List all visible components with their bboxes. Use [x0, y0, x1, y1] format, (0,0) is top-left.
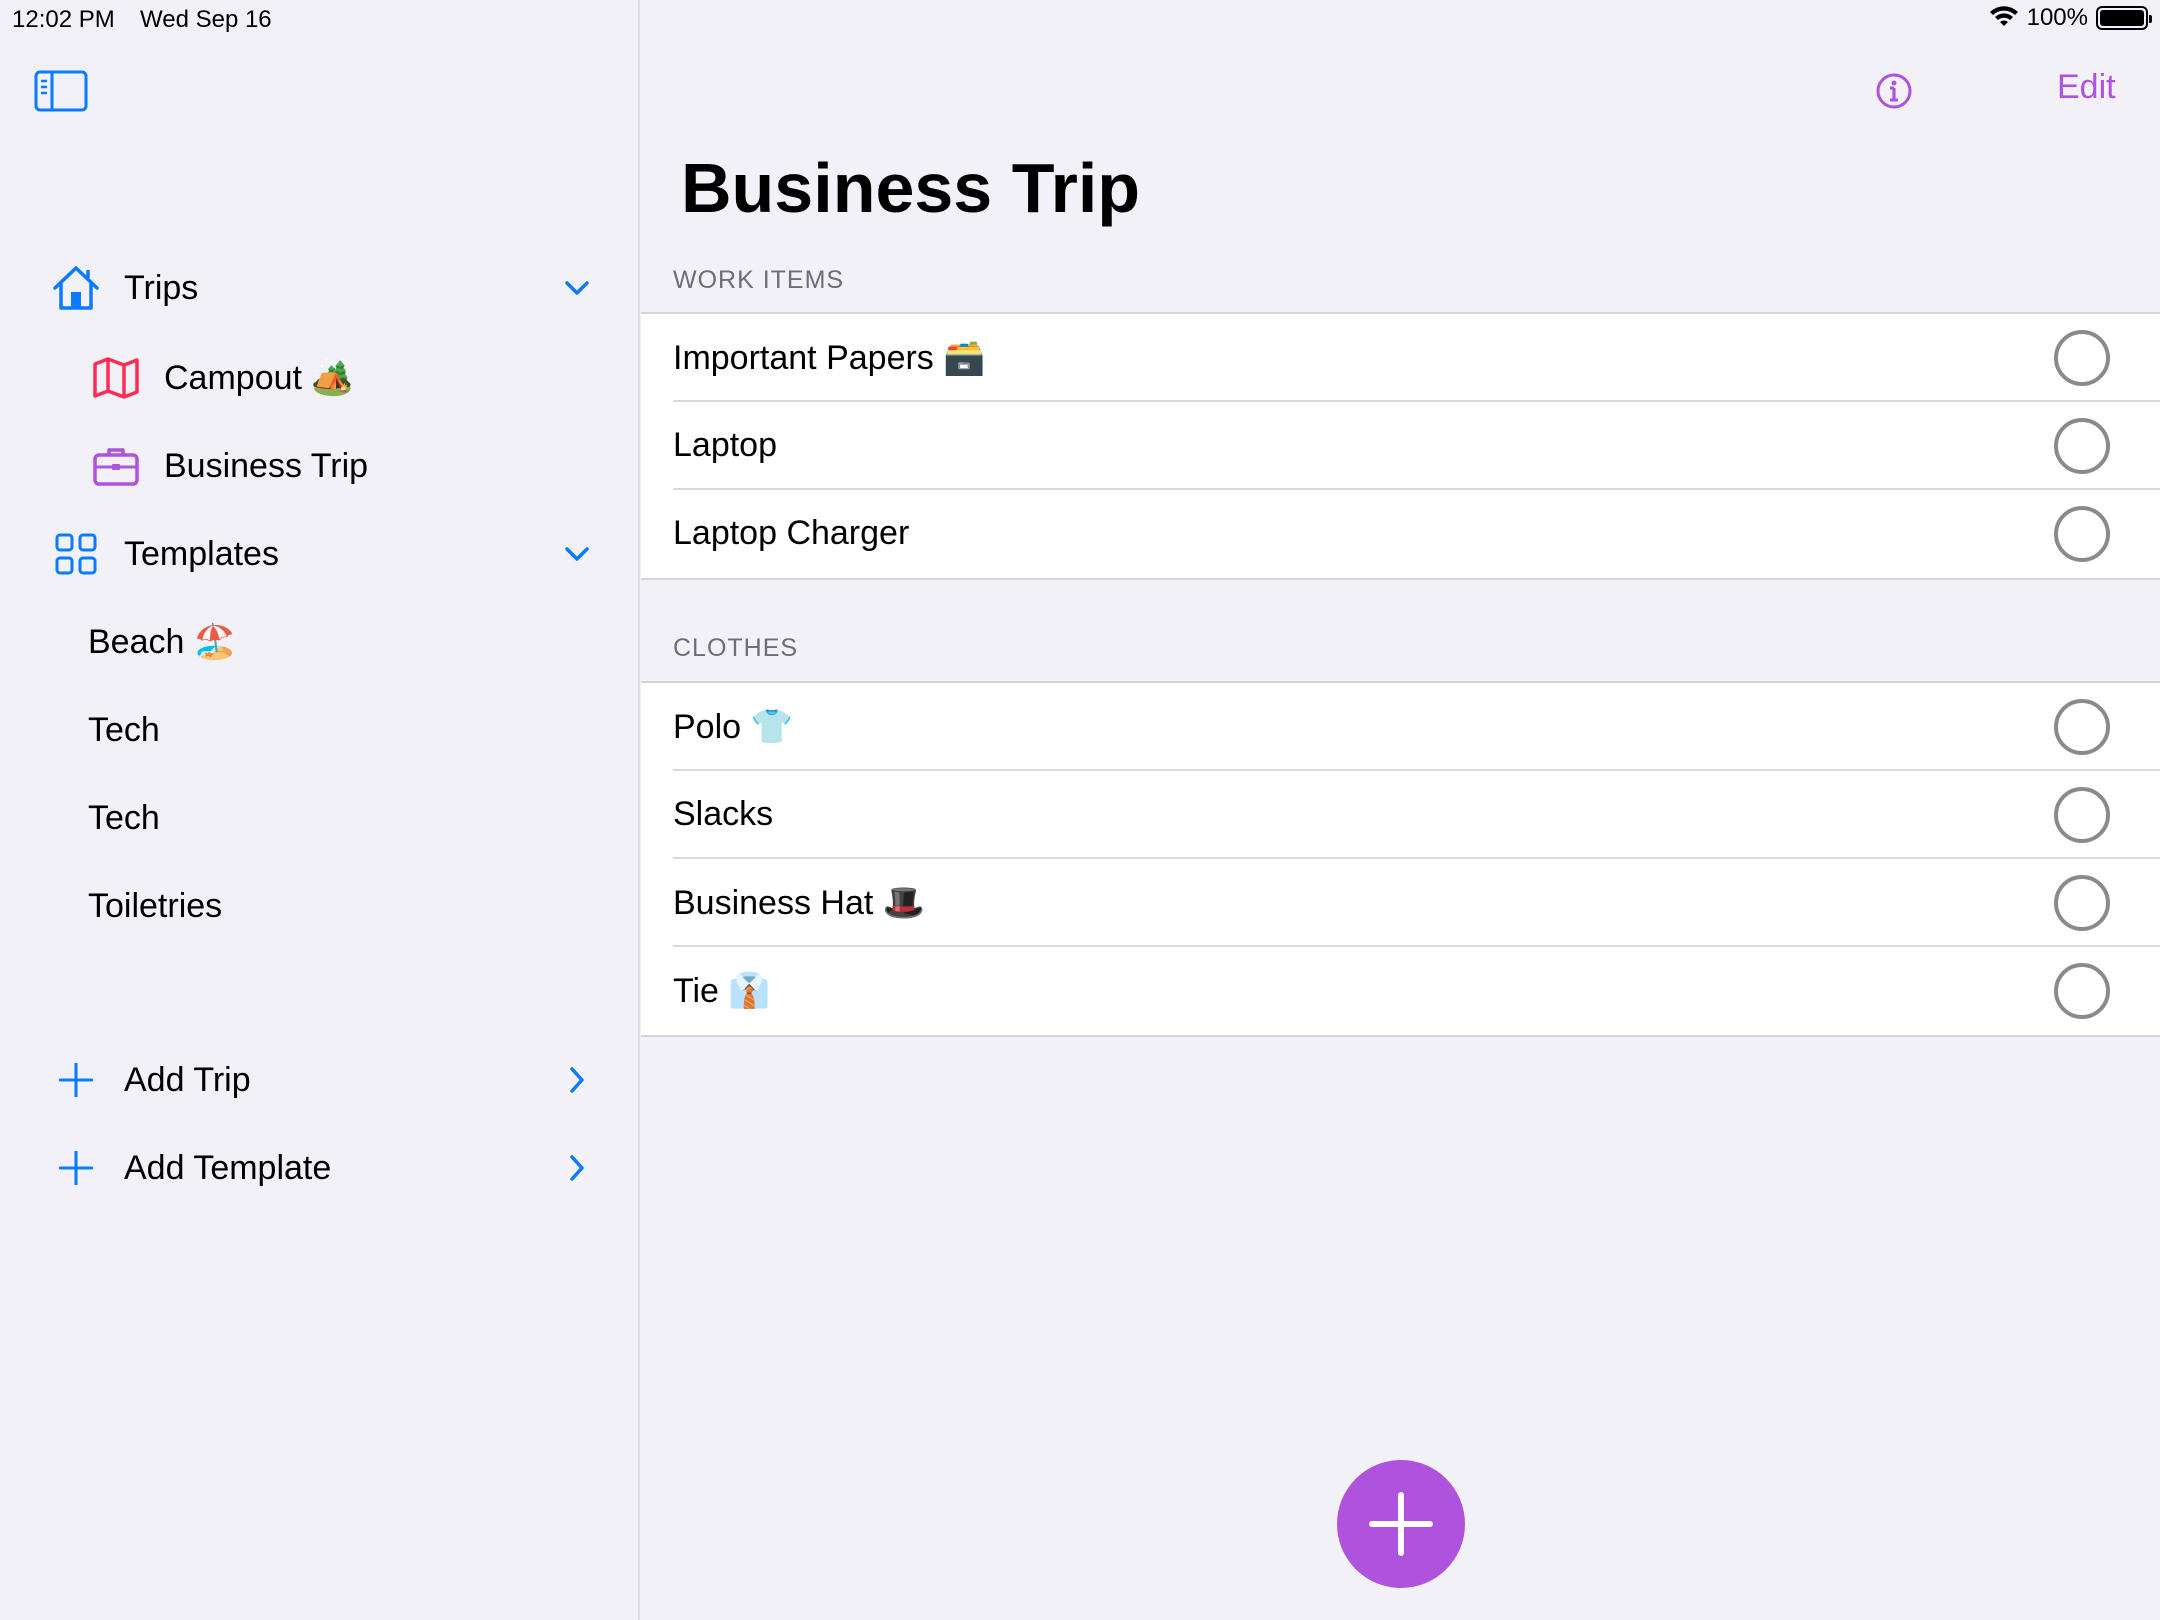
list-item[interactable]: Polo 👕 [641, 683, 2160, 771]
status-indicators: 100% [1989, 4, 2152, 32]
sidebar-toggle-icon[interactable] [34, 70, 88, 112]
item-label: Laptop [673, 426, 777, 464]
sidebar-item-tech[interactable]: Tech [0, 690, 640, 770]
status-bar: 12:02 PM Wed Sep 16 100% [0, 0, 2160, 40]
item-label: Tie 👔 [673, 972, 771, 1010]
chevron-right-icon [570, 1155, 584, 1181]
briefcase-icon [90, 440, 142, 492]
battery-icon [2096, 6, 2152, 30]
page-title: Business Trip [681, 149, 1141, 227]
chevron-right-icon [570, 1067, 584, 1093]
item-label: Laptop Charger [673, 514, 910, 552]
add-trip-label: Add Trip [124, 1060, 251, 1099]
checkbox-circle[interactable] [2054, 418, 2110, 474]
plus-icon [1369, 1492, 1433, 1556]
section-header-work-items: WORK ITEMS [673, 266, 845, 294]
list-item[interactable]: Tie 👔 [641, 947, 2160, 1035]
add-template-button[interactable]: Add Template [0, 1128, 640, 1208]
sidebar-item-tech-2[interactable]: Tech [0, 778, 640, 858]
item-label: Business Hat 🎩 [673, 884, 926, 922]
status-time: 12:02 PM [12, 6, 115, 33]
edit-button[interactable]: Edit [2057, 68, 2116, 107]
status-date: Wed Sep 16 [140, 6, 272, 33]
add-trip-button[interactable]: Add Trip [0, 1040, 640, 1120]
sidebar-item-label: Campout 🏕️ [164, 359, 354, 397]
sidebar-item-label: Beach 🏖️ [88, 623, 237, 661]
battery-percent: 100% [2026, 4, 2088, 31]
add-template-label: Add Template [124, 1148, 332, 1187]
sidebar-item-label: Business Trip [164, 446, 369, 485]
checkbox-circle[interactable] [2054, 787, 2110, 843]
sidebar-item-label: Toiletries [88, 886, 223, 925]
sidebar-item-campout[interactable]: Campout 🏕️ [0, 338, 640, 418]
list-item[interactable]: Business Hat 🎩 [641, 859, 2160, 947]
sidebar-section-label: Templates [124, 534, 279, 573]
chevron-down-icon[interactable] [560, 271, 594, 305]
plus-icon [50, 1054, 102, 1106]
checkbox-circle[interactable] [2054, 330, 2110, 386]
item-label: Important Papers 🗃️ [673, 339, 986, 377]
checkbox-circle[interactable] [2054, 963, 2110, 1019]
item-label: Polo 👕 [673, 708, 793, 746]
sidebar-item-label: Tech [88, 710, 160, 749]
plus-icon [50, 1142, 102, 1194]
map-icon [90, 352, 142, 404]
sidebar: Trips Campout 🏕️ Business Trip Templates… [0, 0, 640, 1620]
item-label: Slacks [673, 795, 774, 833]
checkbox-circle[interactable] [2054, 699, 2110, 755]
section-header-clothes: CLOTHES [673, 634, 799, 662]
sidebar-section-templates[interactable]: Templates [0, 514, 640, 594]
sidebar-section-trips[interactable]: Trips [0, 248, 640, 328]
main-content: Edit Business Trip WORK ITEMS Important … [641, 0, 2160, 1620]
sidebar-section-label: Trips [124, 268, 199, 307]
list-item[interactable]: Slacks [641, 771, 2160, 859]
list-item[interactable]: Laptop Charger [641, 490, 2160, 578]
section-clothes: Polo 👕 Slacks Business Hat 🎩 Tie 👔 [641, 681, 2160, 1037]
info-icon[interactable] [1875, 72, 1913, 110]
sidebar-item-business-trip[interactable]: Business Trip [0, 426, 640, 506]
chevron-down-icon[interactable] [560, 537, 594, 571]
sidebar-item-beach[interactable]: Beach 🏖️ [0, 602, 640, 682]
section-work-items: Important Papers 🗃️ Laptop Laptop Charge… [641, 312, 2160, 580]
house-icon [50, 262, 102, 314]
sidebar-item-toiletries[interactable]: Toiletries [0, 866, 640, 946]
checkbox-circle[interactable] [2054, 875, 2110, 931]
list-item[interactable]: Important Papers 🗃️ [641, 314, 2160, 402]
list-item[interactable]: Laptop [641, 402, 2160, 490]
checkbox-circle[interactable] [2054, 506, 2110, 562]
battery-fill [2100, 10, 2144, 26]
sidebar-item-label: Tech [88, 798, 160, 837]
wifi-icon [1989, 6, 2018, 26]
add-item-button[interactable] [1337, 1460, 1465, 1588]
grid-icon [50, 528, 102, 580]
